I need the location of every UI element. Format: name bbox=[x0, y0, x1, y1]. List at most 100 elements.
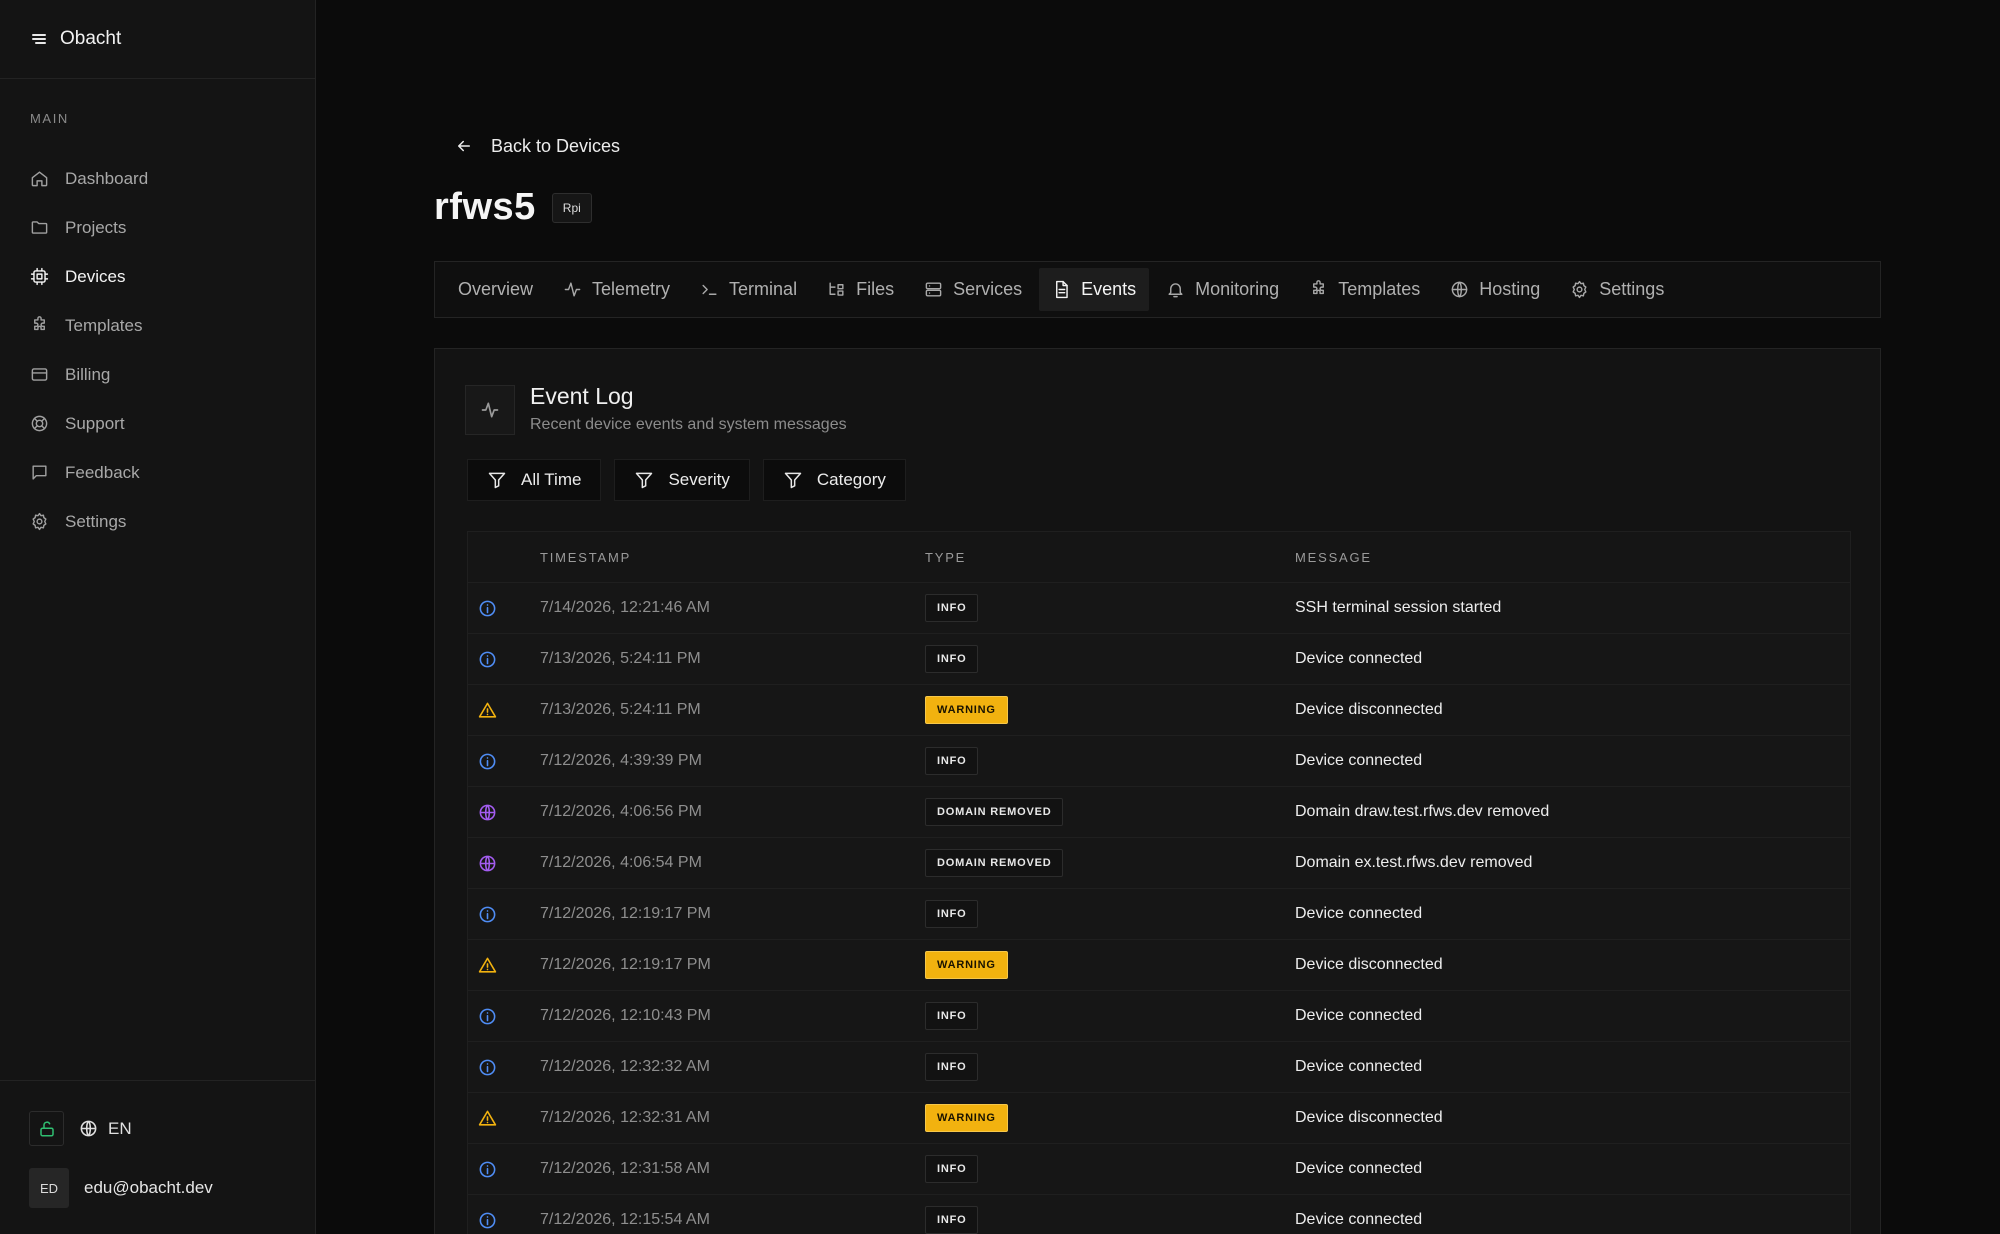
sidebar-item-label: Settings bbox=[65, 511, 127, 531]
tab-terminal[interactable]: Terminal bbox=[687, 268, 810, 311]
sidebar-item-label: Templates bbox=[65, 315, 143, 335]
event-message: Device disconnected bbox=[1295, 1109, 1443, 1126]
info-icon bbox=[478, 905, 497, 924]
device-tabs: Overview Telemetry Terminal Files Services Ev… bbox=[434, 261, 1881, 318]
tab-overview[interactable]: Overview bbox=[445, 268, 546, 311]
event-message: Domain ex.test.rfws.dev removed bbox=[1295, 854, 1533, 871]
event-timestamp: 7/12/2026, 4:39:39 PM bbox=[540, 752, 702, 769]
column-message[interactable]: MESSAGE bbox=[1295, 550, 1850, 565]
activity-icon bbox=[465, 385, 515, 435]
user-email[interactable]: edu@obacht.dev bbox=[84, 1178, 213, 1198]
event-log-card: Event Log Recent device events and syste… bbox=[434, 348, 1881, 1234]
globe-icon bbox=[478, 854, 497, 873]
filter-label: Category bbox=[816, 470, 886, 489]
table-row[interactable]: 7/13/2026, 5:24:11 PM WARNING Device disco… bbox=[468, 684, 1850, 735]
filter-icon bbox=[487, 470, 507, 490]
event-message: Device disconnected bbox=[1295, 701, 1443, 718]
event-timestamp: 7/12/2026, 4:06:56 PM bbox=[540, 803, 702, 820]
brand[interactable]: Obacht bbox=[0, 0, 315, 79]
sidebar-item-settings[interactable]: Settings bbox=[0, 497, 315, 546]
page-title: rfws5 bbox=[434, 186, 536, 228]
filter-category-button[interactable]: Category bbox=[762, 459, 906, 501]
event-timestamp: 7/13/2026, 5:24:11 PM bbox=[540, 701, 701, 718]
terminal-icon bbox=[700, 280, 719, 299]
event-message: Device connected bbox=[1295, 905, 1423, 922]
filter-bar: All Time Severity Category bbox=[467, 459, 906, 501]
warning-icon bbox=[478, 1109, 497, 1128]
filter-label: Severity bbox=[668, 470, 730, 489]
sidebar-item-billing[interactable]: Billing bbox=[0, 350, 315, 399]
lock-button[interactable] bbox=[29, 1111, 64, 1146]
column-timestamp[interactable]: TIMESTAMP bbox=[540, 550, 925, 565]
nav-section-label: MAIN bbox=[30, 111, 69, 126]
language-selector[interactable]: EN bbox=[79, 1111, 132, 1146]
event-message: Device connected bbox=[1295, 1058, 1423, 1075]
sidebar-item-templates[interactable]: Templates bbox=[0, 301, 315, 350]
event-type-badge: INFO bbox=[925, 594, 979, 622]
language-label: EN bbox=[108, 1118, 132, 1138]
table-header: TIMESTAMP TYPE MESSAGE bbox=[468, 532, 1850, 582]
info-icon bbox=[478, 1211, 497, 1230]
table-row[interactable]: 7/12/2026, 12:10:43 PM INFO Device connect… bbox=[468, 990, 1850, 1041]
tab-label: Monitoring bbox=[1195, 279, 1280, 299]
event-message: Device connected bbox=[1295, 1211, 1423, 1228]
avatar[interactable]: ED bbox=[29, 1168, 69, 1208]
gear-icon bbox=[1570, 280, 1589, 299]
tab-files[interactable]: Files bbox=[814, 268, 907, 311]
tab-services[interactable]: Services bbox=[911, 268, 1035, 311]
event-type-badge: INFO bbox=[925, 1002, 979, 1030]
filter-icon bbox=[783, 470, 803, 490]
table-row[interactable]: 7/14/2026, 12:21:46 AM INFO SSH terminal s… bbox=[468, 582, 1850, 633]
event-type-badge: DOMAIN REMOVED bbox=[925, 849, 1064, 877]
sidebar-nav: Dashboard Projects Devices Templates Billing… bbox=[0, 154, 315, 546]
tab-label: Templates bbox=[1338, 279, 1421, 299]
table-row[interactable]: 7/12/2026, 12:32:32 AM INFO Device connect… bbox=[468, 1041, 1850, 1092]
tab-label: Files bbox=[856, 279, 895, 299]
column-type[interactable]: TYPE bbox=[925, 550, 1295, 565]
event-type-badge: WARNING bbox=[925, 696, 1008, 724]
event-message: Domain draw.test.rfws.dev removed bbox=[1295, 803, 1550, 820]
logo-icon bbox=[30, 30, 48, 48]
event-message: Device connected bbox=[1295, 650, 1423, 667]
table-row[interactable]: 7/12/2026, 12:19:17 PM WARNING Device disc… bbox=[468, 939, 1850, 990]
table-row[interactable]: 7/12/2026, 12:32:31 AM WARNING Device disc… bbox=[468, 1092, 1850, 1143]
files-icon bbox=[827, 280, 846, 299]
table-row[interactable]: 7/12/2026, 4:06:54 PM DOMAIN REMOVED Domai… bbox=[468, 837, 1850, 888]
sidebar-item-label: Billing bbox=[65, 364, 111, 384]
table-row[interactable]: 7/12/2026, 4:39:39 PM INFO Device connecte… bbox=[468, 735, 1850, 786]
tab-hosting[interactable]: Hosting bbox=[1437, 268, 1553, 311]
back-label: Back to Devices bbox=[491, 135, 621, 156]
home-icon bbox=[30, 169, 49, 188]
tab-label: Hosting bbox=[1479, 279, 1541, 299]
sidebar-item-label: Projects bbox=[65, 217, 127, 237]
lifebuoy-icon bbox=[30, 414, 49, 433]
puzzle-icon bbox=[1309, 280, 1328, 299]
event-timestamp: 7/13/2026, 5:24:11 PM bbox=[540, 650, 701, 667]
tab-templates[interactable]: Templates bbox=[1296, 268, 1433, 311]
filter-severity-button[interactable]: Severity bbox=[614, 459, 750, 501]
table-body: 7/14/2026, 12:21:46 AM INFO SSH terminal s… bbox=[468, 582, 1850, 1234]
tab-telemetry[interactable]: Telemetry bbox=[550, 268, 683, 311]
table-row[interactable]: 7/12/2026, 4:06:56 PM DOMAIN REMOVED Domai… bbox=[468, 786, 1850, 837]
sidebar-item-support[interactable]: Support bbox=[0, 399, 315, 448]
table-row[interactable]: 7/12/2026, 12:15:54 AM INFO Device connect… bbox=[468, 1194, 1850, 1234]
sidebar-item-devices[interactable]: Devices bbox=[0, 252, 315, 301]
device-title-row: rfws5 Rpi bbox=[434, 186, 592, 229]
tab-label: Settings bbox=[1599, 279, 1665, 299]
device-type-badge: Rpi bbox=[551, 192, 592, 223]
table-row[interactable]: 7/12/2026, 12:19:17 PM INFO Device connect… bbox=[468, 888, 1850, 939]
tab-monitoring[interactable]: Monitoring bbox=[1153, 268, 1292, 311]
sidebar-item-projects[interactable]: Projects bbox=[0, 203, 315, 252]
table-row[interactable]: 7/12/2026, 12:31:58 AM INFO Device connect… bbox=[468, 1143, 1850, 1194]
filter-all-time-button[interactable]: All Time bbox=[467, 459, 602, 501]
sidebar-item-dashboard[interactable]: Dashboard bbox=[0, 154, 315, 203]
tab-events[interactable]: Events bbox=[1039, 268, 1150, 311]
tab-label: Services bbox=[953, 279, 1023, 299]
table-row[interactable]: 7/13/2026, 5:24:11 PM INFO Device connecte… bbox=[468, 633, 1850, 684]
sidebar-item-feedback[interactable]: Feedback bbox=[0, 448, 315, 497]
bell-icon bbox=[1166, 280, 1185, 299]
tab-settings[interactable]: Settings bbox=[1557, 268, 1677, 311]
event-message: SSH terminal session started bbox=[1295, 599, 1502, 616]
info-icon bbox=[478, 1058, 497, 1077]
back-to-devices-link[interactable]: Back to Devices bbox=[455, 130, 620, 162]
